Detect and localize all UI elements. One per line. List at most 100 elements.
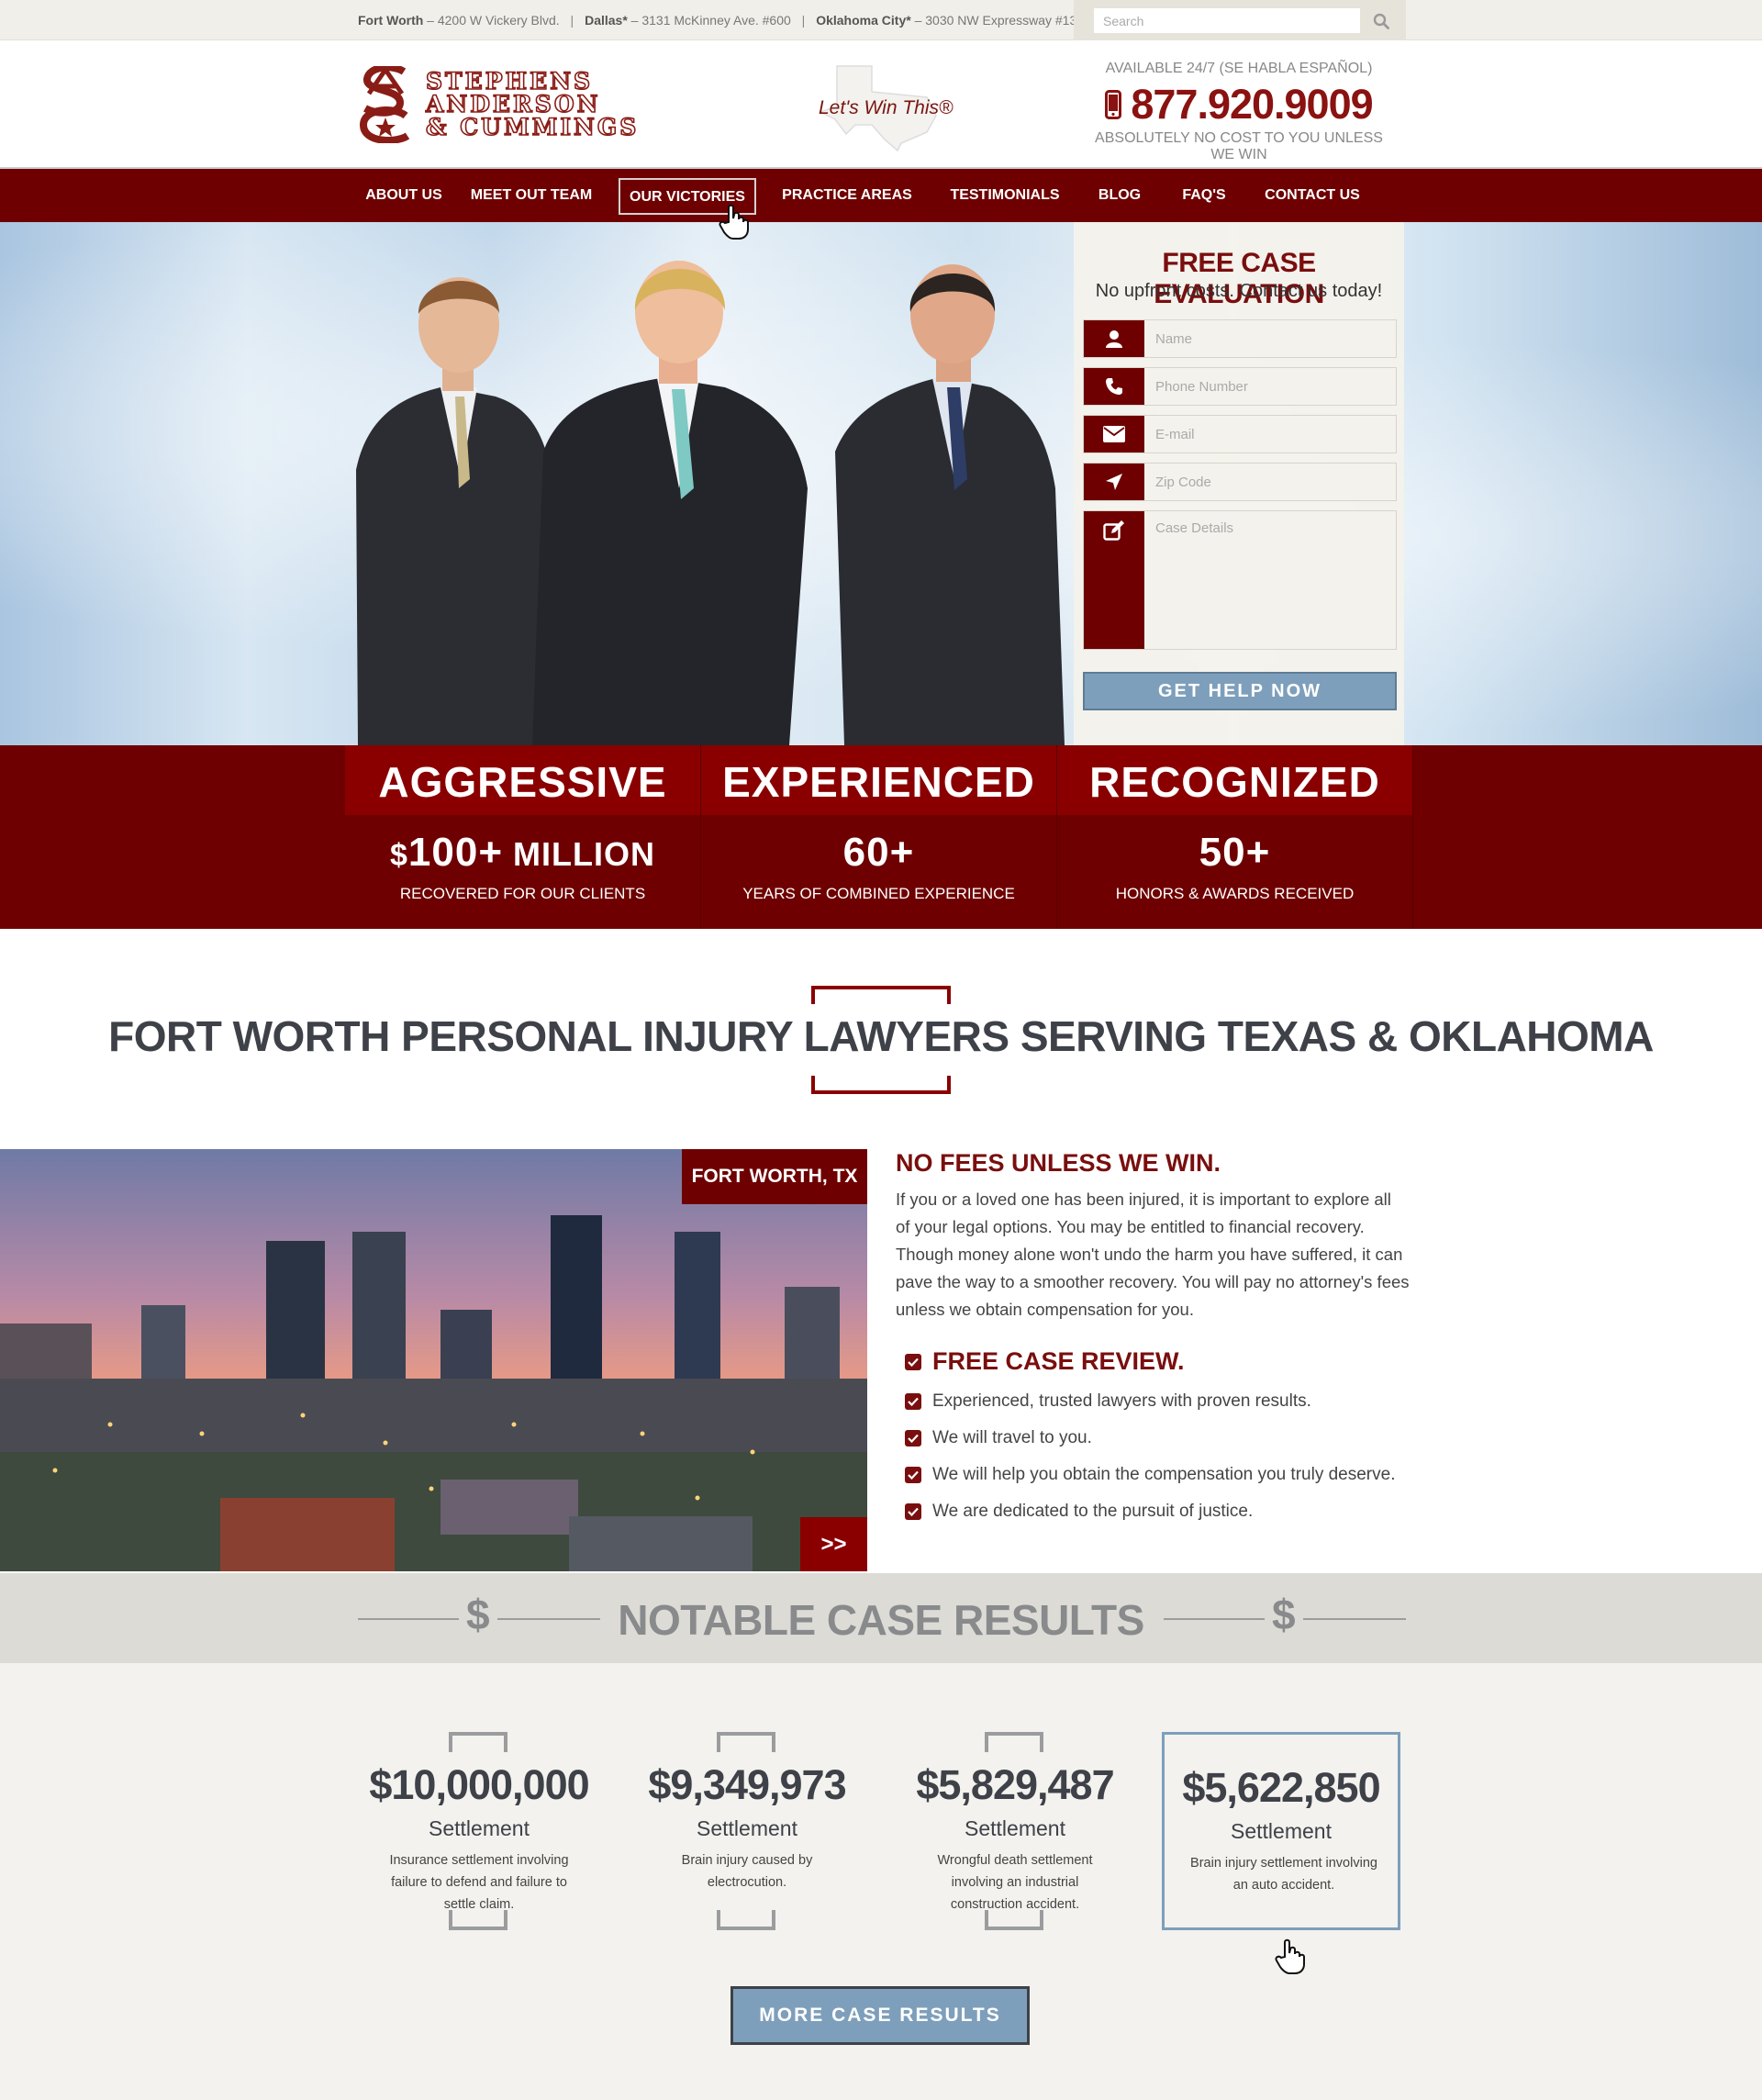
lawyers-photo [356,261,1065,745]
zip-input[interactable] [1144,464,1396,500]
case-details-input[interactable] [1144,511,1396,649]
stat-value: $100+ MILLION [389,830,655,875]
nav-meet-team[interactable]: MEET OUT TEAM [468,169,595,222]
envelope-icon [1084,416,1144,452]
search-bar [1074,0,1406,40]
location-arrow-icon [1084,464,1144,500]
result-amount: $5,829,487 [916,1761,1114,1808]
stat-label: YEARS OF COMBINED EXPERIENCE [742,885,1015,902]
bracket-top [449,1732,507,1752]
location-city: Dallas* [585,13,628,28]
email-input[interactable] [1144,416,1396,452]
stat-label: HONORS & AWARDS RECEIVED [1115,885,1355,902]
phone-field [1083,367,1397,406]
separator: | [570,13,574,28]
search-icon [1373,13,1389,29]
nav-about-us[interactable]: ABOUT US [358,169,450,222]
main-nav: ABOUT US MEET OUT TEAM OUR VICTORIES PRA… [0,167,1762,222]
stat-value: 50+ [1199,830,1271,875]
result-description: Brain injury caused by electrocution. [681,1853,813,1890]
result-type: Settlement [697,1816,797,1840]
intro-section: FORT WORTH PERSONAL INJURY LAWYERS SERVI… [0,929,1762,1149]
more-case-results-button[interactable]: MORE CASE RESULTS [730,1986,1030,2045]
no-fees-paragraph: If you or a loved one has been injured, … [896,1190,1410,1319]
case-details-field [1083,510,1397,650]
result-description: Brain injury settlement involving an aut… [1190,1856,1377,1893]
result-amount: $10,000,000 [369,1761,589,1808]
city-tag: FORT WORTH, TX [682,1149,867,1204]
locations-line: Fort Worth – 4200 W Vickery Blvd. | Dall… [358,13,1085,28]
edit-icon [1084,511,1144,649]
stat-heading: EXPERIENCED [701,745,1056,815]
result-description: Insurance settlement involving failure t… [389,1853,569,1912]
user-icon [1084,320,1144,357]
logo-monogram [359,66,410,143]
heading-bracket-bottom [811,1076,951,1094]
logo[interactable]: STEPHENS ANDERSON & CUMMINGS [358,66,697,143]
nav-practice-areas[interactable]: PRACTICE AREAS [780,169,914,222]
phone-number[interactable]: 877.920.9009 [1083,81,1395,128]
checkbox-icon [905,1353,921,1370]
location-city: Oklahoma City* [816,13,911,28]
case-result-card[interactable]: $5,829,487 Settlement Wrongful death set… [896,1732,1134,1930]
stat-heading: AGGRESSIVE [345,745,700,815]
checkbox-icon [905,1503,921,1520]
nav-faqs[interactable]: FAQ'S [1175,169,1233,222]
firm-name: STEPHENS ANDERSON & CUMMINGS [425,68,640,140]
divider-line [1164,1618,1265,1620]
stats-band: AGGRESSIVE $100+ MILLION RECOVERED FOR O… [0,745,1762,929]
bracket-bottom [449,1910,507,1930]
stat-aggressive: AGGRESSIVE $100+ MILLION RECOVERED FOR O… [345,745,701,929]
notable-results-banner: $ NOTABLE CASE RESULTS $ [0,1573,1762,1663]
next-arrow-button[interactable]: >> [800,1517,867,1571]
nav-contact-us[interactable]: CONTACT US [1261,169,1364,222]
list-item: We will help you obtain the compensation… [905,1465,1395,1485]
result-amount: $9,349,973 [648,1761,846,1808]
email-field [1083,415,1397,453]
result-description: Wrongful death settlement involving an i… [937,1853,1093,1912]
free-review-heading: FREE CASE REVIEW. [905,1347,1185,1376]
stat-experienced: EXPERIENCED 60+ YEARS OF COMBINED EXPERI… [701,745,1057,929]
result-type: Settlement [1231,1819,1332,1843]
get-help-now-button[interactable]: GET HELP NOW [1083,672,1397,710]
dollar-icon: $ [1272,1591,1296,1638]
tagline: Let's Win This® [819,97,953,118]
location-address: 4200 W Vickery Blvd. [437,13,560,28]
checkbox-icon [905,1430,921,1447]
case-result-card[interactable]: $10,000,000 Settlement Insurance settlem… [360,1732,598,1930]
bracket-top [717,1732,775,1752]
fort-worth-skyline-photo [0,1149,867,1571]
location-address: 3030 NW Expressway #130 [925,13,1085,28]
mobile-phone-icon [1105,90,1122,119]
no-cost-text: ABSOLUTELY NO COST TO YOU UNLESS WE WIN [1095,130,1383,162]
bracket-bottom [717,1910,775,1930]
result-type: Settlement [429,1816,530,1840]
stat-heading: RECOGNIZED [1057,745,1412,815]
search-input[interactable] [1094,8,1360,33]
phone-text: 877.920.9009 [1131,81,1373,128]
search-button[interactable] [1367,8,1395,33]
checkbox-icon [905,1393,921,1410]
result-amount: $5,622,850 [1182,1764,1380,1811]
list-item: We will travel to you. [905,1428,1092,1448]
hand-pointer-cursor-icon [1275,1938,1305,1974]
name-field [1083,319,1397,358]
case-result-card[interactable]: $9,349,973 Settlement Brain injury cause… [628,1732,866,1930]
name-input[interactable] [1144,320,1396,357]
checkbox-icon [905,1467,921,1483]
nav-testimonials[interactable]: TESTIMONIALS [945,169,1065,222]
bracket-bottom [985,1910,1043,1930]
phone-input[interactable] [1144,368,1396,405]
notable-results-heading: NOTABLE CASE RESULTS [618,1596,1144,1644]
stat-value: 60+ [842,830,915,875]
city-section: FORT WORTH, TX >> NO FEES UNLESS WE WIN.… [0,1149,1762,1573]
nav-blog[interactable]: BLOG [1092,169,1147,222]
stat-recognized: RECOGNIZED 50+ HONORS & AWARDS RECEIVED [1057,745,1413,929]
top-bar: Fort Worth – 4200 W Vickery Blvd. | Dall… [0,0,1762,40]
texas-tagline: Let's Win This® [789,61,973,152]
hero [0,222,1762,745]
zip-field [1083,463,1397,501]
availability-text: AVAILABLE 24/7 (SE HABLA ESPAÑOL) [1105,61,1373,76]
case-result-card-highlighted[interactable]: $5,622,850 Settlement Brain injury settl… [1162,1732,1400,1930]
divider-line [1303,1618,1406,1620]
